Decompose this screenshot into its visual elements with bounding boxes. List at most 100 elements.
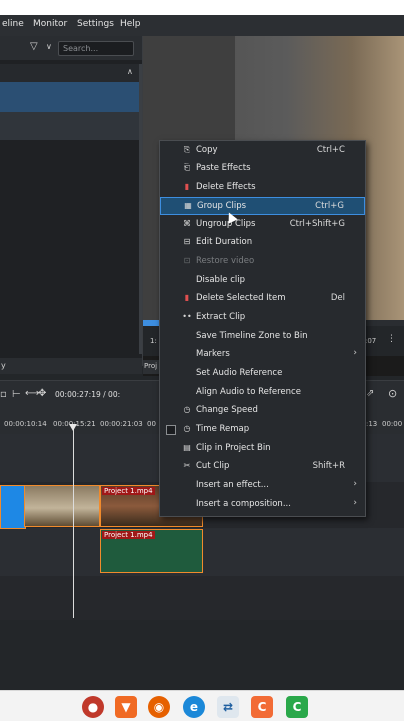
slip-tool-icon[interactable]: ✥ [38,388,46,399]
ungroup-icon: ⌘ [183,219,191,228]
menu-monitor[interactable]: Monitor [33,19,67,29]
delete-icon: ▮ [184,293,190,302]
menu-shortcut: Ctrl+C [316,145,345,155]
menu-item-clip-in-bin[interactable]: ▤ Clip in Project Bin [160,440,365,458]
checkbox-icon[interactable] [166,425,176,435]
restore-icon: ⊡ [183,256,191,265]
kdenlive-taskbar-icon[interactable]: ⇄ [217,696,239,718]
menu-help[interactable]: Help [120,19,141,29]
chevron-right-icon: › [353,348,357,358]
camtasia-orange-icon[interactable]: C [251,696,273,718]
menu-label: Restore video [196,256,255,266]
chevron-right-icon: › [353,498,357,508]
filter-icon[interactable]: ▽ [30,41,38,52]
timeline-empty-area [0,620,404,690]
menu-label: Clip in Project Bin [196,443,271,453]
menu-label: Copy [196,145,218,155]
spacer-tool-icon[interactable]: ⊢ [12,389,21,400]
menu-label: Change Speed [196,405,258,415]
extract-icon: •• [182,312,192,321]
camtasia-green-icon[interactable]: C [286,696,308,718]
menu-item-edit-duration[interactable]: ⊟ Edit Duration [160,234,365,252]
menu-item-group-clips[interactable]: ▦ Group Clips Ctrl+G [160,197,365,215]
bin-tab-label: y [1,361,6,370]
chevron-down-icon[interactable]: ∨ [46,42,52,51]
menu-item-delete-effects[interactable]: ▮ Delete Effects [160,179,365,197]
remap-icon: ◷ [183,424,191,433]
menu-item-save-zone[interactable]: Save Timeline Zone to Bin [160,328,365,346]
speed-icon: ◷ [183,405,191,414]
menu-label: Delete Selected Item [196,293,286,303]
menu-label: Cut Clip [196,461,230,471]
video-clip[interactable] [24,485,100,527]
audio-track-2[interactable] [0,576,404,620]
ruler-tick: 00 [147,420,156,428]
menu-label: Time Remap [196,424,250,434]
timeline-position: 00:00:27:19 / 00: [55,390,121,399]
playhead[interactable] [73,426,74,618]
title-strip [0,0,404,15]
monitor-tab-label: Proj [144,362,158,370]
menu-item-change-speed[interactable]: ◷ Change Speed [160,402,365,420]
menu-item-copy[interactable]: ⎘ Copy Ctrl+C [160,142,365,160]
bin-icon: ▤ [183,443,191,452]
menu-label: Insert an effect... [196,480,269,490]
menu-label: Save Timeline Zone to Bin [196,331,308,341]
group-icon: ▦ [184,201,192,210]
timeline-settings-icon[interactable]: ⇗ [366,388,374,399]
menu-label: Align Audio to Reference [196,387,301,397]
menu-shortcut: Del [330,293,345,303]
menu-label: Insert a composition... [196,499,291,509]
menu-label: Extract Clip [196,312,246,322]
menu-timeline[interactable]: eline [2,19,24,29]
menu-shortcut: Ctrl+G [315,201,344,211]
edge-icon[interactable]: e [183,696,205,718]
menu-label: Edit Duration [196,237,253,247]
play-circle-icon[interactable]: ⊙ [388,387,397,400]
delete-icon: ▮ [184,182,190,191]
clip-label: Project 1.mp4 [102,531,155,539]
tool-icon[interactable]: ▫ [0,389,7,400]
menu-item-insert-effect[interactable]: Insert an effect... › [160,477,365,495]
menu-item-markers[interactable]: Markers › [160,346,365,364]
menu-label: Group Clips [197,201,247,211]
menu-bar: eline Monitor Settings Help [0,15,404,36]
menu-item-align-audio[interactable]: Align Audio to Reference [160,384,365,402]
menu-settings[interactable]: Settings [77,19,114,29]
ruler-tick: 00:00 [382,420,403,428]
menu-label: Delete Effects [196,182,256,192]
brave-icon[interactable]: ▼ [115,696,137,718]
bin-tab[interactable]: y [0,358,142,374]
menu-label: Markers [196,349,230,359]
duration-icon: ⊟ [183,237,191,246]
menu-item-delete-selected[interactable]: ▮ Delete Selected Item Del [160,290,365,308]
menu-item-cut-clip[interactable]: ✂ Cut Clip Shift+R [160,458,365,476]
menu-item-insert-composition[interactable]: Insert a composition... › [160,496,365,514]
menu-item-disable-clip[interactable]: Disable clip [160,272,365,290]
ruler-tick: :13 [366,420,378,428]
search-input[interactable]: Search... [58,41,134,56]
playhead-marker-icon[interactable] [69,424,77,431]
monitor-timecode-right: :07 [365,337,377,345]
clip-label: Project 1.mp4 [102,487,155,495]
app-icon-1[interactable]: ● [82,696,104,718]
cut-icon: ✂ [183,461,191,470]
menu-item-set-audio-ref[interactable]: Set Audio Reference [160,365,365,383]
menu-label: Ungroup Clips [196,219,256,229]
bin-scrollbar[interactable] [139,64,142,354]
video-clip-blue[interactable] [0,485,26,529]
bin-row[interactable] [0,112,139,140]
bin-row-selected[interactable] [0,82,139,112]
menu-item-time-remap[interactable]: ◷ Time Remap [160,421,365,439]
menu-item-extract-clip[interactable]: •• Extract Clip [160,309,365,327]
collapse-icon[interactable]: ∧ [127,67,133,76]
menu-item-paste-effects[interactable]: ⎗ Paste Effects [160,160,365,178]
copy-icon: ⎘ [183,145,191,154]
menu-label: Disable clip [196,275,246,285]
menu-item-ungroup-clips[interactable]: ⌘ Ungroup Clips Ctrl+Shift+G [160,216,365,234]
firefox-icon[interactable]: ◉ [148,696,170,718]
menu-item-restore-video: ⊡ Restore video [160,253,365,271]
monitor-menu-icon[interactable]: ⋮ [387,334,396,344]
audio-clip-project1[interactable]: Project 1.mp4 [100,529,203,573]
bin-column-header: ∧ [0,64,142,83]
